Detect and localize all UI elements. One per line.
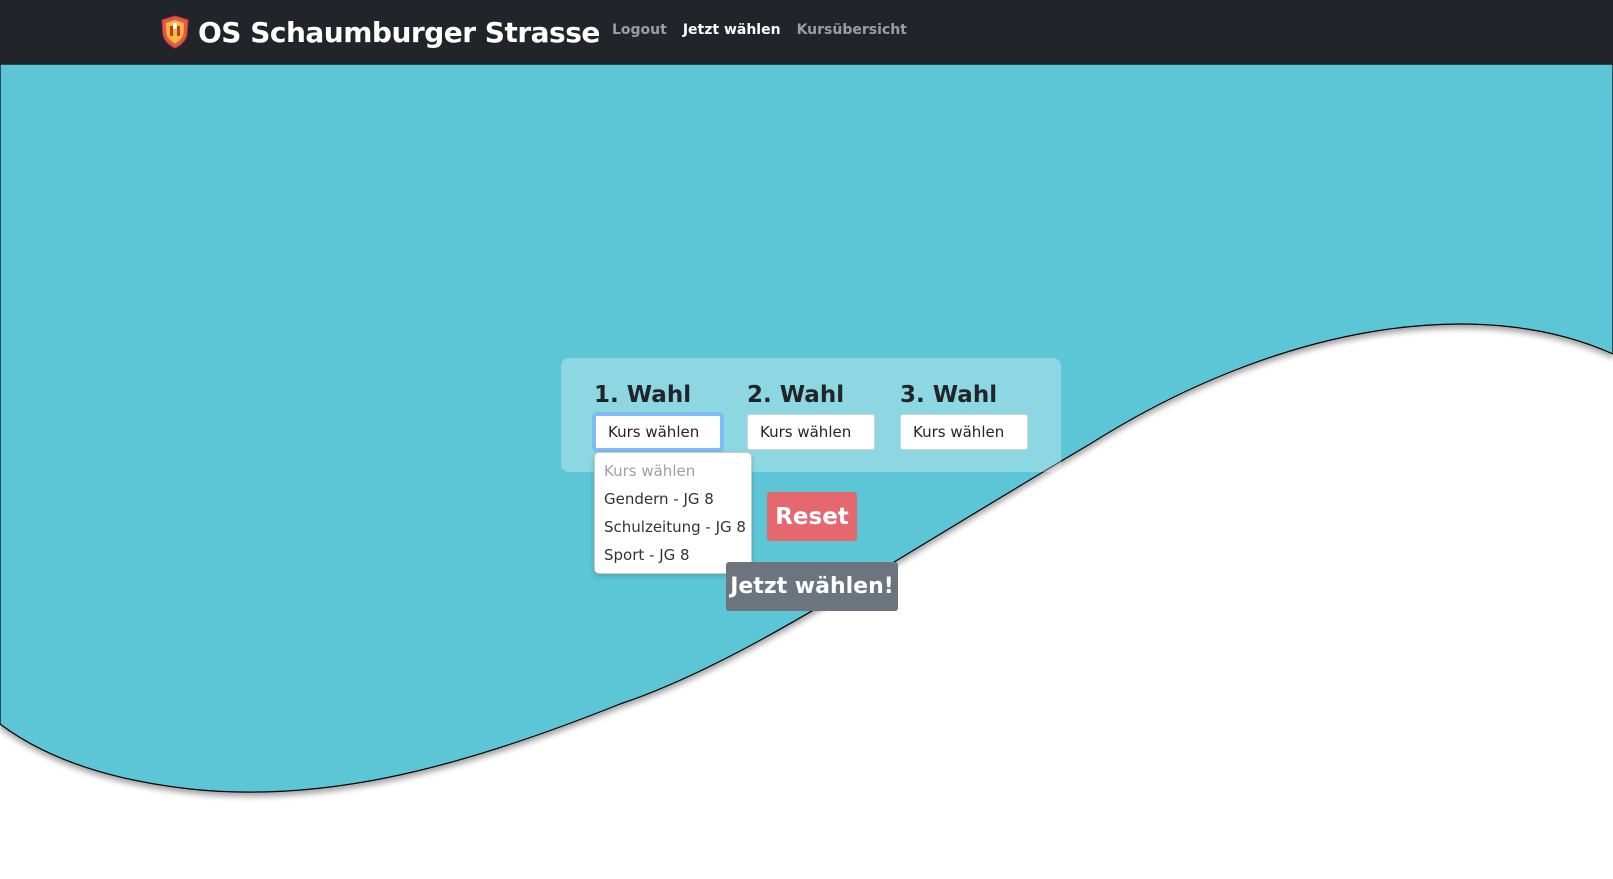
submit-vote-button[interactable]: Jetzt wählen!: [726, 562, 898, 611]
nav-kursuebersicht[interactable]: Kursübersicht: [797, 20, 907, 40]
course-dropdown: Kurs wählen Gendern - JG 8 Schulzeitung …: [594, 452, 752, 574]
choice-2-label: 2. Wahl: [747, 382, 845, 408]
main-nav: Logout Jetzt wählen Kursübersicht: [612, 20, 907, 40]
choice-2: 2. Wahl Kurs wählen: [747, 380, 875, 450]
nav-logout[interactable]: Logout: [612, 20, 667, 40]
shield-logo-icon: [161, 15, 189, 49]
dropdown-option-placeholder: Kurs wählen: [604, 462, 696, 480]
dropdown-option-schulzeitung[interactable]: Schulzeitung - JG 8: [595, 513, 751, 541]
choice-3-select[interactable]: Kurs wählen: [900, 414, 1028, 450]
choice-2-select[interactable]: Kurs wählen: [747, 414, 875, 450]
dropdown-option-gendern[interactable]: Gendern - JG 8: [595, 485, 751, 513]
nav-jetzt-waehlen[interactable]: Jetzt wählen: [683, 20, 781, 40]
brand-link[interactable]: OS Schaumburger Strasse: [160, 10, 600, 54]
site-title: OS Schaumburger Strasse: [198, 15, 600, 49]
top-navbar: OS Schaumburger Strasse Logout Jetzt wäh…: [0, 0, 1613, 64]
reset-button[interactable]: Reset: [767, 492, 857, 541]
choice-1: 1. Wahl Kurs wählen: [594, 380, 722, 450]
choice-1-select[interactable]: Kurs wählen: [594, 414, 722, 450]
choice-1-label: 1. Wahl: [594, 382, 692, 408]
choice-3: 3. Wahl Kurs wählen: [900, 380, 1028, 450]
choice-3-label: 3. Wahl: [900, 382, 998, 408]
